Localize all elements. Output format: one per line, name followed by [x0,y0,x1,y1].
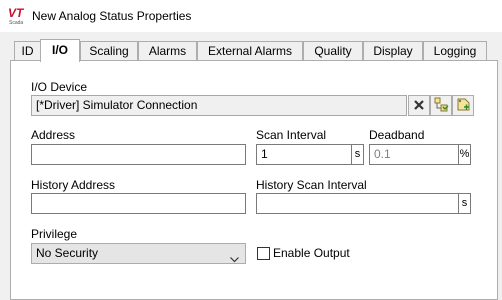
history-scan-interval-field[interactable] [256,193,459,214]
window-title: New Analog Status Properties [32,9,192,23]
history-address-field[interactable] [31,193,246,214]
tab-strip: ID I/O Scaling Alarms External Alarms Qu… [0,39,502,62]
tab-quality[interactable]: Quality [303,41,363,61]
scan-interval-label: Scan Interval [256,128,327,142]
tab-display[interactable]: Display [363,41,423,61]
deadband-field[interactable]: 0.1 [369,144,459,165]
clear-device-button[interactable] [408,95,430,116]
new-tag-icon [455,96,471,115]
history-address-label: History Address [31,178,116,192]
chevron-down-icon [230,250,239,269]
vtscada-logo-icon: VT Scada [8,6,28,26]
deadband-label: Deadband [369,128,425,142]
io-device-label: I/O Device [31,80,88,94]
enable-output-checkbox[interactable] [257,247,270,260]
io-device-field[interactable]: [*Driver] Simulator Connection [31,95,407,116]
privilege-label: Privilege [31,227,78,241]
address-label: Address [31,128,76,142]
tab-alarms[interactable]: Alarms [138,41,197,61]
history-scan-interval-unit: s [459,193,471,214]
privilege-select[interactable]: No Security [31,243,246,264]
select-device-button[interactable] [430,95,452,116]
scan-interval-unit: s [352,144,364,165]
tab-id[interactable]: ID [14,41,41,61]
tab-logging[interactable]: Logging [423,41,487,61]
tag-browse-icon [433,96,449,115]
tab-external-alarms[interactable]: External Alarms [197,41,303,61]
tab-io[interactable]: I/O [40,39,80,62]
close-icon [414,99,424,113]
logo-text: VT [8,6,25,20]
title-bar: VT Scada New Analog Status Properties [0,0,502,32]
tab-scaling[interactable]: Scaling [80,41,138,61]
new-device-button[interactable] [452,95,474,116]
logo-subtext: Scada [9,20,23,26]
enable-output-label: Enable Output [273,246,350,260]
history-scan-interval-label: History Scan Interval [256,178,367,192]
scan-interval-field[interactable]: 1 [256,144,352,165]
privilege-value: No Security [36,246,99,260]
address-field[interactable] [31,144,246,165]
deadband-unit: % [459,144,471,165]
